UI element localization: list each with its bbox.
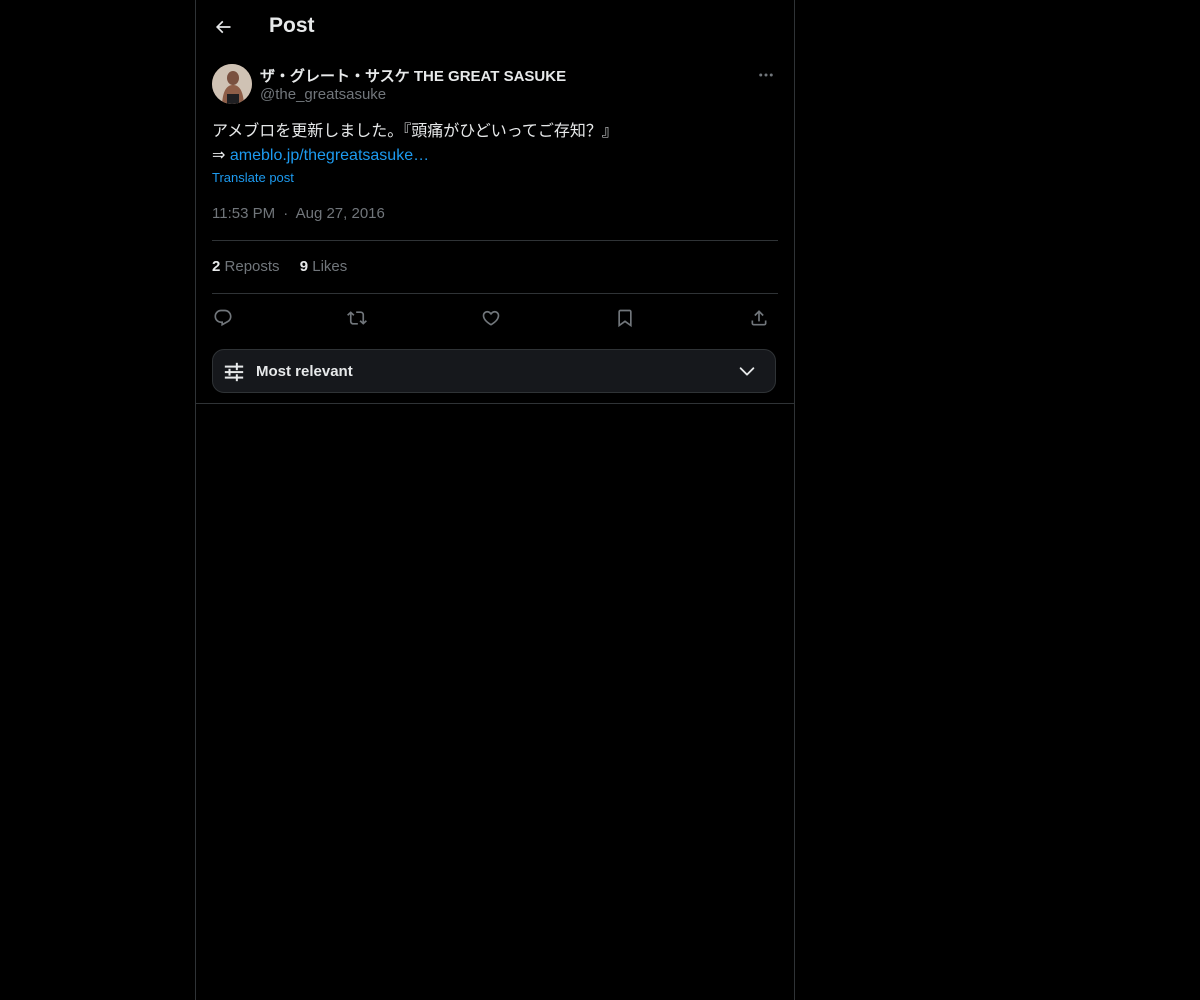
more-options-button[interactable]	[754, 64, 778, 86]
sliders-icon	[224, 362, 244, 382]
more-horizontal-icon	[759, 73, 773, 77]
sort-label: Most relevant	[256, 363, 353, 380]
post-timestamp: 11:53 PM · Aug 27, 2016	[212, 205, 385, 222]
divider	[212, 293, 778, 294]
repost-button[interactable]	[343, 304, 371, 332]
repost-icon	[347, 311, 367, 325]
post-stats: 2 Reposts 9 Likes	[212, 258, 363, 275]
chevron-down-icon	[739, 367, 755, 376]
page-title: Post	[269, 14, 315, 37]
share-icon	[751, 310, 767, 326]
back-button[interactable]	[206, 10, 240, 44]
avatar[interactable]	[212, 64, 252, 104]
reposts-stat[interactable]: 2 Reposts	[212, 258, 280, 275]
post-actions	[212, 304, 778, 332]
avatar-image	[212, 64, 252, 104]
share-button[interactable]	[745, 304, 773, 332]
translate-post-link[interactable]: Translate post	[212, 170, 294, 185]
reposts-label: Reposts	[224, 258, 280, 275]
header: Post	[196, 0, 794, 53]
divider	[196, 403, 794, 404]
main-column: Post ザ・グレート・サスケ THE GREAT SASUKE @the_gr…	[195, 0, 795, 1000]
author-display-name[interactable]: ザ・グレート・サスケ THE GREAT SASUKE	[260, 65, 566, 86]
post-date[interactable]: Aug 27, 2016	[296, 205, 385, 222]
reply-icon	[214, 309, 232, 327]
like-icon	[482, 310, 500, 326]
likes-count: 9	[299, 258, 309, 275]
bookmark-icon	[618, 309, 632, 328]
likes-stat[interactable]: 9 Likes	[300, 258, 348, 275]
reposts-count: 2	[212, 258, 221, 275]
post-link-line: ⇒ ameblo.jp/thegreatsasuke…	[212, 144, 778, 168]
post-time[interactable]: 11:53 PM	[212, 205, 275, 222]
sort-replies-dropdown[interactable]: Most relevant	[212, 349, 776, 393]
divider	[212, 240, 778, 241]
like-button[interactable]	[477, 304, 505, 332]
post-text-line: アメブロを更新しました。『頭痛がひどいってご存知？』	[212, 123, 618, 140]
likes-label: Likes	[312, 258, 348, 275]
arrow-symbol: ⇒	[212, 147, 230, 164]
post-author: ザ・グレート・サスケ THE GREAT SASUKE @the_greatsa…	[212, 64, 778, 108]
post-link[interactable]: ameblo.jp/thegreatsasuke…	[230, 147, 429, 164]
reply-button[interactable]	[209, 304, 237, 332]
arrow-left-icon	[215, 20, 231, 34]
bookmark-button[interactable]	[611, 304, 639, 332]
timestamp-separator: ·	[283, 205, 289, 222]
author-handle[interactable]: @the_greatsasuke	[260, 86, 386, 103]
post-text: アメブロを更新しました。『頭痛がひどいってご存知？』 ⇒ ameblo.jp/t…	[212, 120, 778, 168]
